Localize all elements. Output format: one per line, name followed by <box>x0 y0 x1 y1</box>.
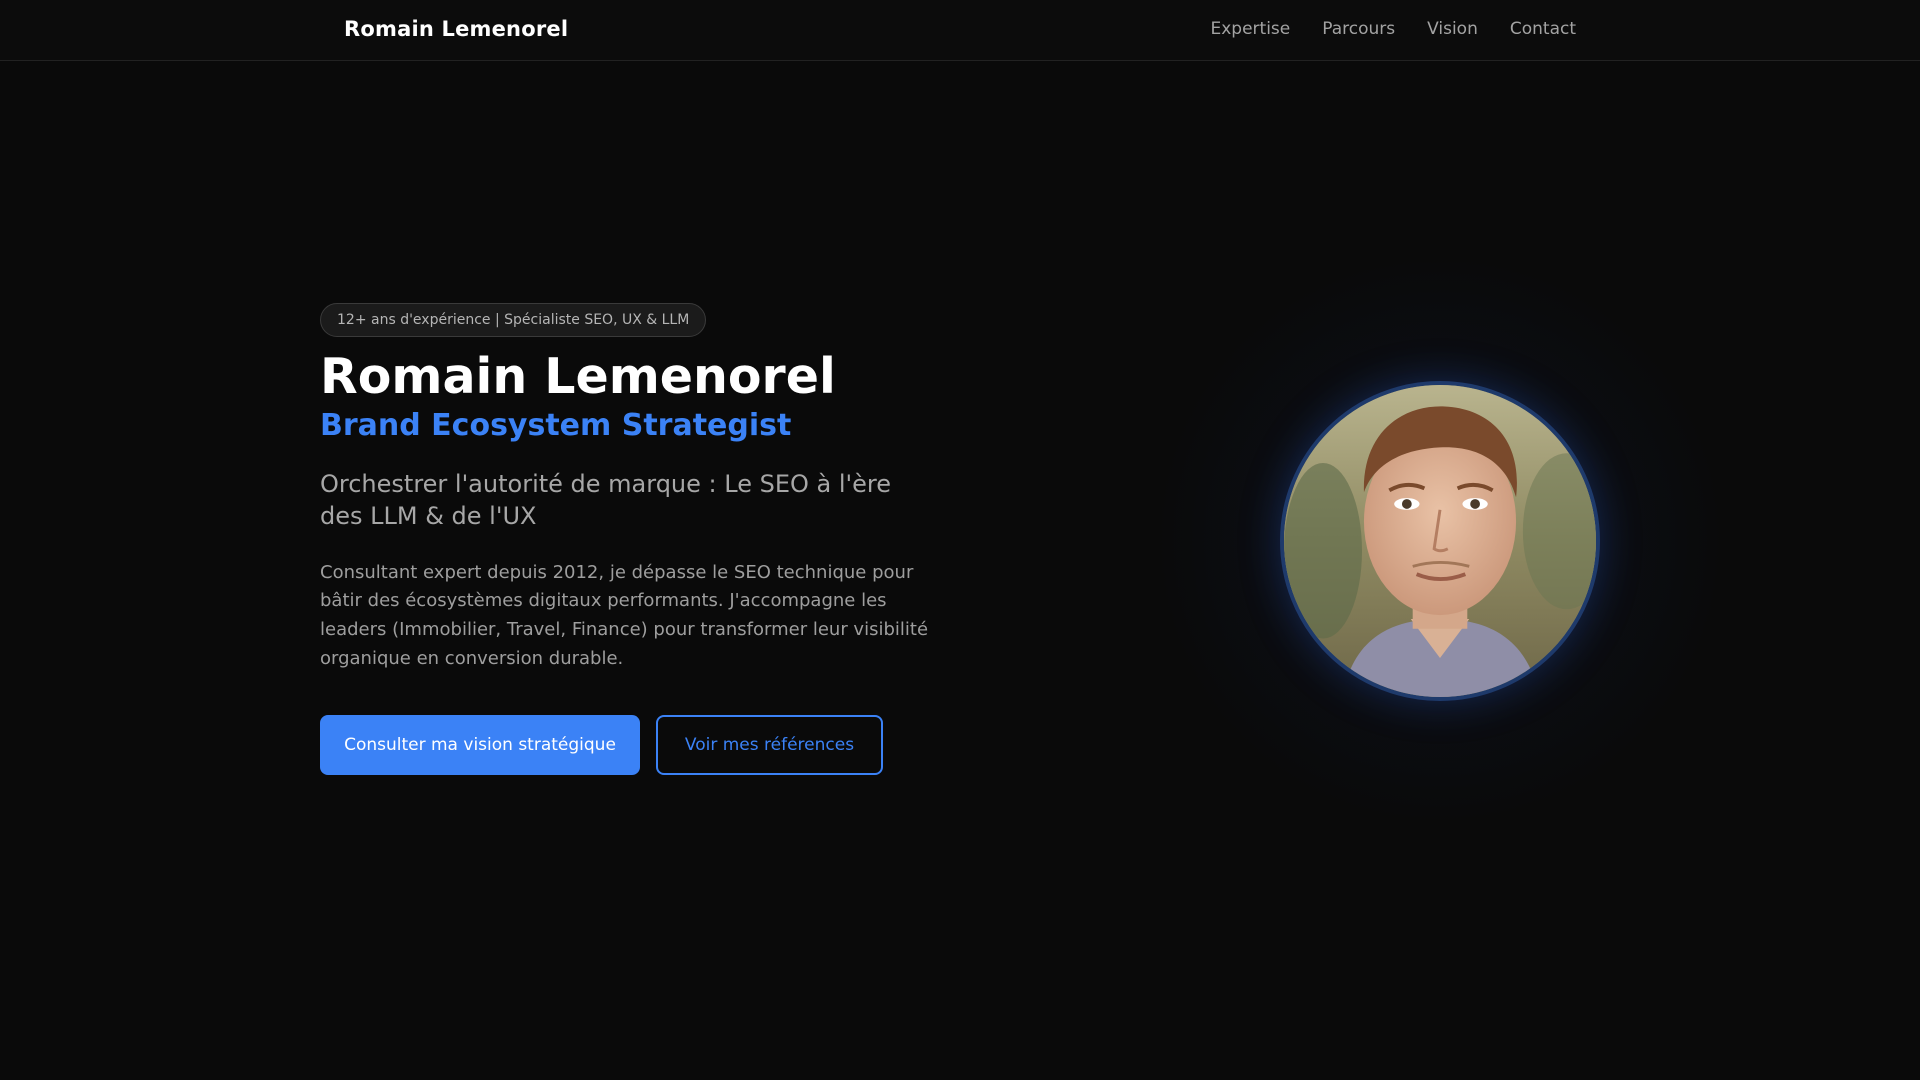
profile-photo <box>1280 381 1600 701</box>
nav-link-contact[interactable]: Contact <box>1510 19 1576 39</box>
hero-section: 12+ ans d'expérience | Spécialiste SEO, … <box>320 303 940 775</box>
main-nav: Expertise Parcours Vision Contact <box>1210 19 1576 39</box>
cta-row: Consulter ma vision stratégique Voir mes… <box>320 714 940 775</box>
hero-subtitle: Brand Ecosystem Strategist <box>320 407 792 443</box>
vision-cta-button[interactable]: Consulter ma vision stratégique <box>320 714 640 775</box>
top-navbar: Romain Lemenorel Expertise Parcours Visi… <box>0 0 1920 61</box>
nav-link-vision[interactable]: Vision <box>1427 19 1478 39</box>
hero-title: Romain Lemenorel <box>320 348 836 405</box>
portrait-image <box>1284 385 1596 697</box>
nav-link-parcours[interactable]: Parcours <box>1322 19 1395 39</box>
references-cta-button[interactable]: Voir mes références <box>656 714 883 775</box>
nav-link-expertise[interactable]: Expertise <box>1210 19 1290 39</box>
experience-badge: 12+ ans d'expérience | Spécialiste SEO, … <box>320 303 707 337</box>
hero-tagline: Orchestrer l'autorité de marque : Le SEO… <box>320 469 891 531</box>
hero-description: Consultant expert depuis 2012, je dépass… <box>320 561 929 670</box>
brand-logo-link[interactable]: Romain Lemenorel <box>344 17 568 41</box>
